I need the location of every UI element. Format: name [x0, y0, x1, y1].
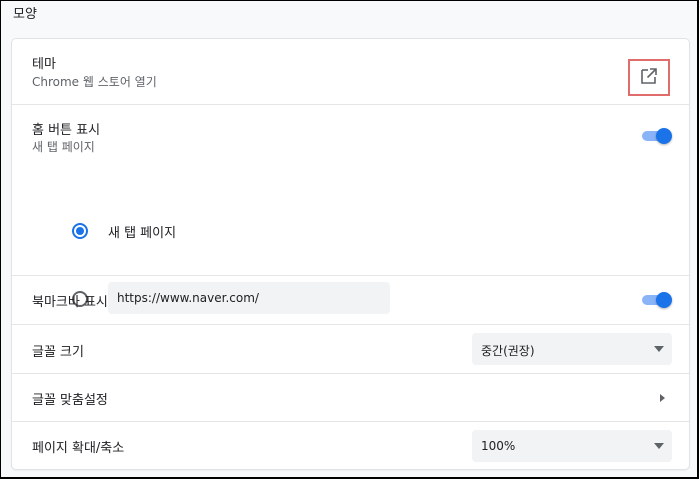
theme-row[interactable]: 테마 Chrome 웹 스토어 열기 [12, 39, 689, 104]
toggle-knob [656, 128, 672, 144]
font-size-value: 중간(권장) [481, 344, 535, 358]
customize-fonts-row[interactable]: 글꼴 맞춤설정 [12, 373, 689, 421]
settings-window: 모양 테마 Chrome 웹 스토어 열기 홈 버튼 표시 새 탭 페이지 새 … [0, 0, 699, 479]
section-title: 모양 [13, 7, 37, 22]
page-zoom-label: 페이지 확대/축소 [32, 441, 125, 456]
home-button-label: 홈 버튼 표시 [32, 123, 101, 138]
radio-dot [76, 227, 84, 235]
customize-fonts-label: 글꼴 맞춤설정 [32, 393, 108, 408]
dropdown-arrow-icon [654, 443, 664, 449]
toggle-knob [656, 292, 672, 308]
open-in-new-icon [640, 67, 658, 89]
open-webstore-button[interactable] [628, 59, 670, 96]
theme-label: 테마 [32, 57, 56, 72]
home-button-sublabel: 새 탭 페이지 [32, 140, 95, 154]
page-zoom-select[interactable]: 100% [472, 430, 672, 462]
page-zoom-value: 100% [481, 439, 516, 453]
theme-sublabel: Chrome 웹 스토어 열기 [32, 75, 157, 89]
home-button-row: 홈 버튼 표시 새 탭 페이지 새 탭 페이지 [12, 104, 689, 314]
font-size-select[interactable]: 중간(권장) [472, 333, 672, 365]
font-size-label: 글꼴 크기 [32, 345, 84, 360]
home-button-toggle[interactable] [640, 127, 672, 145]
radio-new-tab[interactable] [72, 223, 88, 239]
bookmarks-bar-toggle[interactable] [640, 291, 672, 309]
chevron-right-icon [660, 394, 665, 402]
appearance-card: 테마 Chrome 웹 스토어 열기 홈 버튼 표시 새 탭 페이지 새 탭 페… [12, 39, 689, 469]
bookmarks-bar-label: 북마크바 표시 [32, 295, 108, 310]
dropdown-arrow-icon [654, 346, 664, 352]
page-zoom-row: 페이지 확대/축소 100% [12, 421, 689, 469]
font-size-row: 글꼴 크기 중간(권장) [12, 324, 689, 373]
bookmarks-bar-row[interactable]: 북마크바 표시 [12, 275, 689, 324]
radio-new-tab-label: 새 탭 페이지 [108, 226, 177, 241]
